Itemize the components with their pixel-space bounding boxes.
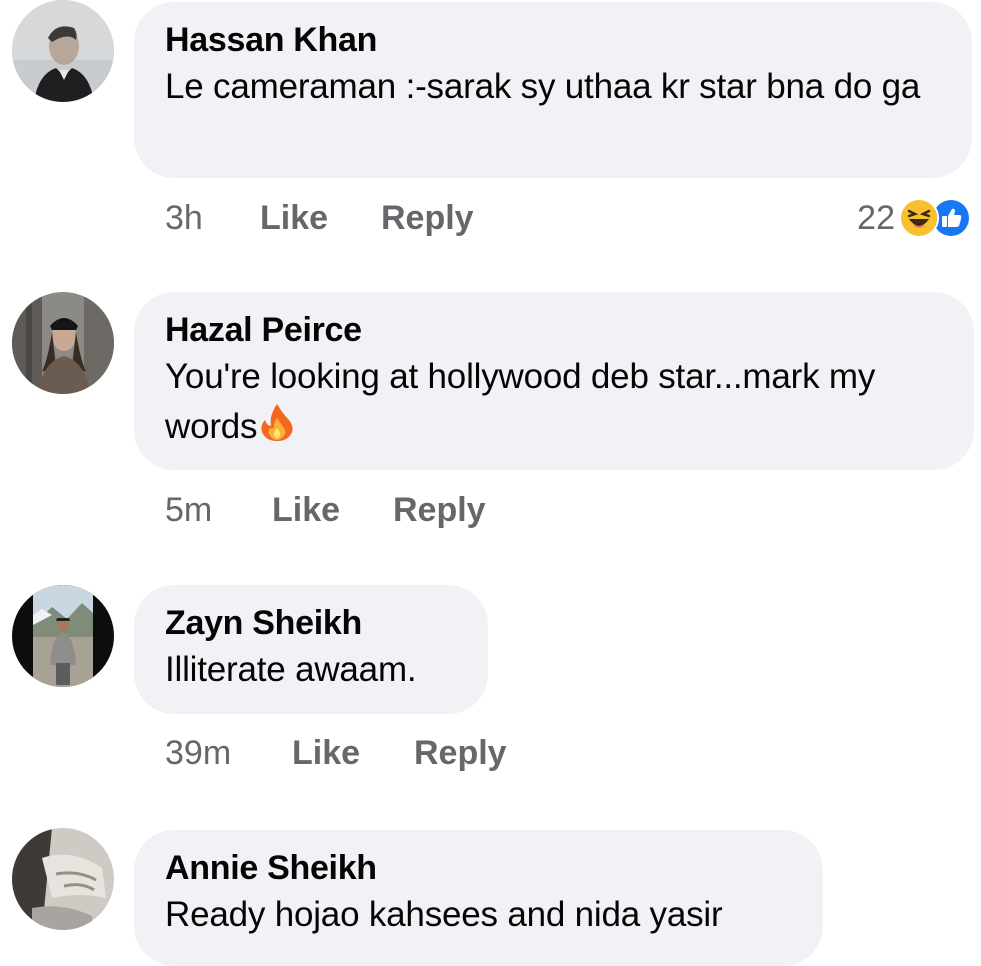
comment-timestamp[interactable]: 3h (165, 196, 203, 240)
comment-bubble: Annie Sheikh Ready hojao kahsees and nid… (134, 830, 823, 966)
comment-bubble: Hazal Peirce You're looking at hollywood… (134, 292, 974, 470)
reply-button[interactable]: Reply (393, 488, 486, 532)
comment-author[interactable]: Annie Sheikh (165, 848, 793, 888)
comment-author[interactable]: Hassan Khan (165, 20, 942, 60)
like-button[interactable]: Like (260, 196, 328, 240)
like-button[interactable]: Like (292, 731, 360, 775)
comment-bubble: Hassan Khan Le cameraman :-sarak sy utha… (134, 2, 972, 178)
comment-text: You're looking at hollywood deb star...m… (165, 357, 876, 446)
fire-emoji-icon (257, 402, 297, 442)
comment-item: Hassan Khan Le cameraman :-sarak sy utha… (0, 0, 981, 250)
comment-author[interactable]: Hazal Peirce (165, 310, 944, 350)
comment-item: Zayn Sheikh Illiterate awaam. 39m Like R… (0, 585, 981, 785)
comment-text: Le cameraman :-sarak sy uthaa kr star bn… (165, 67, 921, 106)
avatar[interactable] (12, 0, 114, 102)
haha-icon (899, 198, 939, 238)
reaction-count: 22 (857, 198, 895, 237)
avatar[interactable] (12, 292, 114, 394)
comment-text: Illiterate awaam. (165, 650, 417, 689)
comment-timestamp[interactable]: 5m (165, 488, 212, 532)
like-button[interactable]: Like (272, 488, 340, 532)
comment-author[interactable]: Zayn Sheikh (165, 603, 458, 643)
reply-button[interactable]: Reply (381, 196, 474, 240)
avatar[interactable] (12, 585, 114, 687)
comment-item: Annie Sheikh Ready hojao kahsees and nid… (0, 822, 981, 966)
avatar[interactable] (12, 828, 114, 930)
comment-timestamp[interactable]: 39m (165, 731, 231, 775)
comment-bubble: Zayn Sheikh Illiterate awaam. (134, 585, 488, 714)
reaction-summary[interactable]: 22 (857, 196, 971, 240)
comment-item: Hazal Peirce You're looking at hollywood… (0, 292, 981, 542)
reply-button[interactable]: Reply (414, 731, 507, 775)
comment-text: Ready hojao kahsees and nida yasir (165, 895, 723, 934)
